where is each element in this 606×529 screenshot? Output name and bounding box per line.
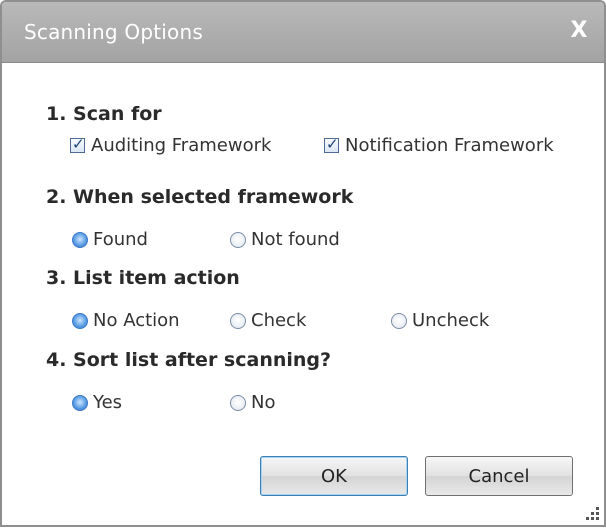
radio-unselected-icon[interactable] [230,312,246,329]
no-radio[interactable]: No [230,392,275,413]
yes-radio[interactable]: Yes [72,392,122,413]
radio-unselected-icon[interactable] [230,231,246,248]
when-selected-heading: 2. When selected framework [46,186,354,208]
check-label: Check [251,310,307,331]
uncheck-radio[interactable]: Uncheck [391,310,489,331]
auditing-framework-label: Auditing Framework [91,135,272,156]
auditing-framework-checkbox[interactable]: ✓ Auditing Framework [70,135,271,156]
no-label: No [251,392,276,413]
cancel-button[interactable]: Cancel [425,456,573,496]
close-icon: X [570,18,588,43]
close-button[interactable]: X [564,16,594,46]
scanning-options-dialog: Scanning Options X 1. Scan for ✓ Auditin… [0,0,606,527]
check-icon: ✓ [72,135,85,153]
title-bar[interactable]: Scanning Options X [2,2,604,63]
notification-framework-checkbox[interactable]: ✓ Notification Framework [324,135,554,156]
ok-button[interactable]: OK [260,456,408,496]
resize-grip-icon[interactable] [584,505,600,521]
check-icon: ✓ [326,135,339,153]
dialog-content: 1. Scan for ✓ Auditing Framework ✓ Notif… [2,63,604,525]
uncheck-label: Uncheck [412,310,490,331]
checkbox-box[interactable]: ✓ [70,135,85,153]
found-label: Found [93,229,148,250]
list-item-action-heading: 3. List item action [46,267,240,289]
dialog-title: Scanning Options [24,20,203,44]
radio-unselected-icon[interactable] [391,312,407,329]
sort-list-heading: 4. Sort list after scanning? [46,349,332,371]
no-action-label: No Action [93,310,180,331]
radio-selected-icon[interactable] [72,312,88,329]
no-action-radio[interactable]: No Action [72,310,180,331]
not-found-radio[interactable]: Not found [230,229,340,250]
notification-framework-label: Notification Framework [345,135,554,156]
radio-unselected-icon[interactable] [230,394,246,411]
checkbox-box[interactable]: ✓ [324,135,339,153]
yes-label: Yes [93,392,123,413]
check-radio[interactable]: Check [230,310,306,331]
not-found-label: Not found [251,229,340,250]
radio-selected-icon[interactable] [72,394,88,411]
found-radio[interactable]: Found [72,229,148,250]
radio-selected-icon[interactable] [72,231,88,248]
scan-for-heading: 1. Scan for [46,103,162,125]
